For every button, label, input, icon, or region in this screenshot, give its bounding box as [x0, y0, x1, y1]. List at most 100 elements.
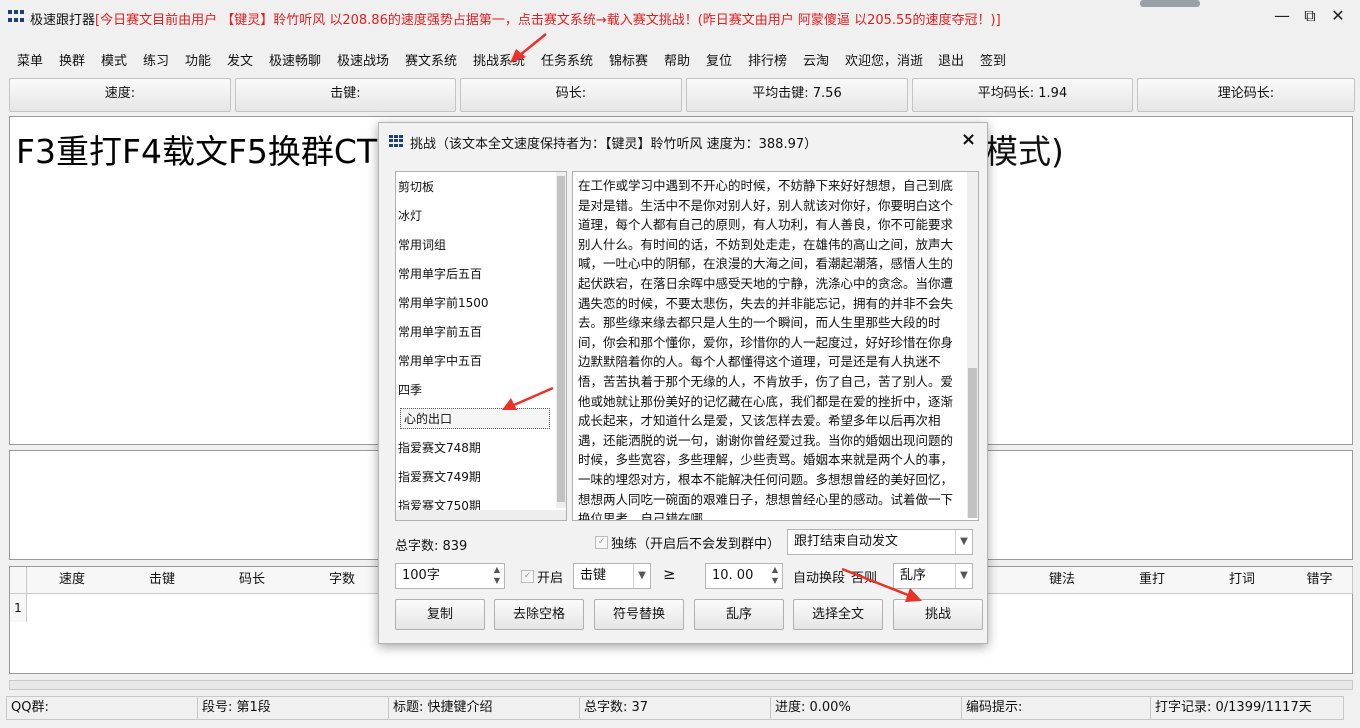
menu-item[interactable]: 云淘: [803, 50, 829, 69]
menu-item[interactable]: 任务系统: [541, 50, 593, 69]
status-encoding-hint: 编码提示:: [961, 696, 1153, 720]
checkbox-icon[interactable]: ✓: [595, 536, 608, 549]
menu-bar: 菜单 换群 模式 练习 功能 发文 极速畅聊 极速战场 赛文系统 挑战系统 任务…: [0, 50, 1360, 72]
menu-item[interactable]: 帮助: [664, 50, 690, 69]
checkbox-icon[interactable]: ✓: [521, 570, 534, 583]
restore-icon[interactable]: ⧉: [1296, 4, 1324, 28]
list-item[interactable]: 指爱赛文748期: [398, 439, 481, 456]
menu-item[interactable]: 菜单: [17, 50, 43, 69]
stat-avg-keystroke[interactable]: 平均击键: 7.56: [686, 78, 908, 112]
threshold-stepper[interactable]: 10. 00 ▲ ▼: [705, 563, 783, 589]
status-title: 标题: 快捷键介绍: [388, 696, 582, 720]
menu-item[interactable]: 换群: [59, 50, 85, 69]
list-item[interactable]: 常用单字后五百: [398, 265, 482, 282]
menu-item[interactable]: 复位: [706, 50, 732, 69]
total-chars-label: 总字数: 839: [395, 539, 468, 554]
menu-item[interactable]: 赛文系统: [405, 50, 457, 69]
stat-avg-code-length[interactable]: 平均码长: 1.94: [912, 78, 1133, 112]
column-header[interactable]: 码长: [207, 567, 298, 594]
article-vertical-scrollbar[interactable]: [967, 172, 978, 518]
menu-item[interactable]: 签到: [980, 50, 1006, 69]
menu-item[interactable]: 退出: [938, 50, 964, 69]
menu-item[interactable]: 功能: [185, 50, 211, 69]
menu-item[interactable]: 锦标赛: [609, 50, 648, 69]
metric-select[interactable]: 击键 ▼: [573, 563, 651, 589]
select-all-button[interactable]: 选择全文: [793, 599, 883, 630]
stat-theoretical-code-length[interactable]: 理论码长:: [1137, 78, 1355, 112]
column-header[interactable]: 键法: [1017, 567, 1108, 594]
list-item[interactable]: 常用单字前五百: [398, 323, 482, 340]
menu-item[interactable]: 排行榜: [748, 50, 787, 69]
menu-item[interactable]: 模式: [101, 50, 127, 69]
status-qq-group: QQ群:: [6, 696, 200, 720]
challenge-dialog: 挑战（该文本全文速度保持者为：【键灵】聆竹听风 速度为：388.97） × 剪切…: [378, 122, 988, 644]
enable-label: 开启: [537, 571, 564, 586]
list-item-selected[interactable]: 心的出口: [400, 408, 550, 429]
compare-operator: ≥: [663, 565, 676, 583]
list-item[interactable]: 剪切板: [398, 178, 434, 195]
stat-code-length[interactable]: 码长:: [460, 78, 682, 112]
shortcut-hint-left: F3重打F4载文F5换群CT: [16, 132, 378, 171]
list-item[interactable]: 常用单字中五百: [398, 352, 482, 369]
menu-item[interactable]: 极速畅聊: [269, 50, 321, 69]
category-vertical-scrollbar[interactable]: [556, 172, 566, 508]
app-name: 极速跟打器: [30, 13, 96, 28]
menu-item-challenge[interactable]: 挑战系统: [473, 50, 525, 69]
list-item[interactable]: 指爱赛文749期: [398, 468, 481, 485]
menu-item-welcome[interactable]: 欢迎您，消逝: [845, 50, 923, 69]
column-header[interactable]: 打词: [1197, 567, 1288, 594]
article-text: 在工作或学习中遇到不开心的时候，不妨静下来好好想想，自己到底是对是错。生活中不是…: [578, 178, 954, 521]
category-horizontal-scrollbar[interactable]: [396, 510, 566, 520]
column-header[interactable]: 击键: [117, 567, 208, 594]
spin-arrows-icon[interactable]: ▲ ▼: [768, 564, 782, 588]
title-notice[interactable]: [今日赛文目前由用户 【键灵】聆竹听风 以208.86的速度强势占据第一，点击赛…: [95, 13, 1001, 28]
category-list[interactable]: 剪切板 冰灯 常用词组 常用单字后五百 常用单字前1500 常用单字前五百 常用…: [395, 171, 567, 521]
list-item[interactable]: 常用单字前1500: [398, 294, 489, 311]
title-scroll-indicator: [1140, 0, 1200, 7]
remove-spaces-button[interactable]: 去除空格: [494, 599, 584, 630]
title-bar: 极速跟打器[今日赛文目前由用户 【键灵】聆竹听风 以208.86的速度强势占据第…: [0, 0, 1360, 36]
column-header[interactable]: 重打: [1107, 567, 1198, 594]
copy-button[interactable]: 复制: [395, 599, 485, 630]
minimize-icon[interactable]: —: [1268, 4, 1296, 28]
results-horizontal-scrollbar[interactable]: [9, 680, 1353, 690]
replace-symbols-button[interactable]: 符号替换: [594, 599, 684, 630]
close-icon[interactable]: ×: [961, 129, 976, 150]
auto-send-value: 跟打结束自动发文: [794, 534, 899, 549]
solo-practice-label: 独练（开启后不会发到群中）: [611, 537, 781, 552]
menu-item[interactable]: 练习: [143, 50, 169, 69]
shuffle-button[interactable]: 乱序: [694, 599, 784, 630]
status-progress: 进度: 0.00%: [770, 696, 964, 720]
chevron-down-icon[interactable]: ▼: [955, 530, 972, 554]
list-item[interactable]: 四季: [398, 381, 422, 398]
otherwise-label: 否则: [851, 571, 878, 586]
menu-item[interactable]: 发文: [227, 50, 253, 69]
column-header[interactable]: 错字: [1287, 567, 1353, 594]
scrollbar-thumb[interactable]: [968, 368, 977, 518]
stat-keystroke[interactable]: 击键:: [235, 78, 456, 112]
challenge-button[interactable]: 挑战: [893, 599, 983, 630]
segment-count-value: 100字: [402, 568, 440, 583]
app-grid-icon: [8, 10, 24, 24]
spin-arrows-icon[interactable]: ▲ ▼: [490, 564, 504, 588]
menu-item[interactable]: 极速战场: [337, 50, 389, 69]
dialog-title: 挑战（该文本全文速度保持者为：【键灵】聆竹听风 速度为：388.97）: [410, 137, 818, 152]
segment-count-stepper[interactable]: 100字 ▲ ▼: [395, 563, 505, 589]
list-item[interactable]: 常用词组: [398, 236, 446, 253]
close-icon[interactable]: ✕: [1324, 4, 1352, 28]
chevron-down-icon[interactable]: ▼: [955, 564, 972, 588]
column-header[interactable]: 字数: [297, 567, 388, 594]
scrollbar-thumb[interactable]: [557, 176, 565, 502]
list-item[interactable]: 冰灯: [398, 207, 422, 224]
article-preview[interactable]: 在工作或学习中遇到不开心的时候，不妨静下来好好想想，自己到底是对是错。生活中不是…: [572, 171, 979, 521]
status-bar: QQ群: 段号: 第1段 标题: 快捷键介绍 总字数: 37 进度: 0.00%…: [0, 696, 1360, 720]
stat-speed[interactable]: 速度:: [9, 78, 231, 112]
table-corner: [10, 567, 27, 594]
status-typing-record: 打字记录: 0/1399/1117天: [1150, 696, 1344, 720]
else-action-value: 乱序: [900, 568, 927, 583]
else-action-select[interactable]: 乱序 ▼: [893, 563, 973, 589]
auto-send-select[interactable]: 跟打结束自动发文 ▼: [787, 529, 973, 555]
column-header[interactable]: 速度: [27, 567, 118, 594]
status-segment: 段号: 第1段: [197, 696, 391, 720]
chevron-down-icon[interactable]: ▼: [633, 564, 650, 588]
